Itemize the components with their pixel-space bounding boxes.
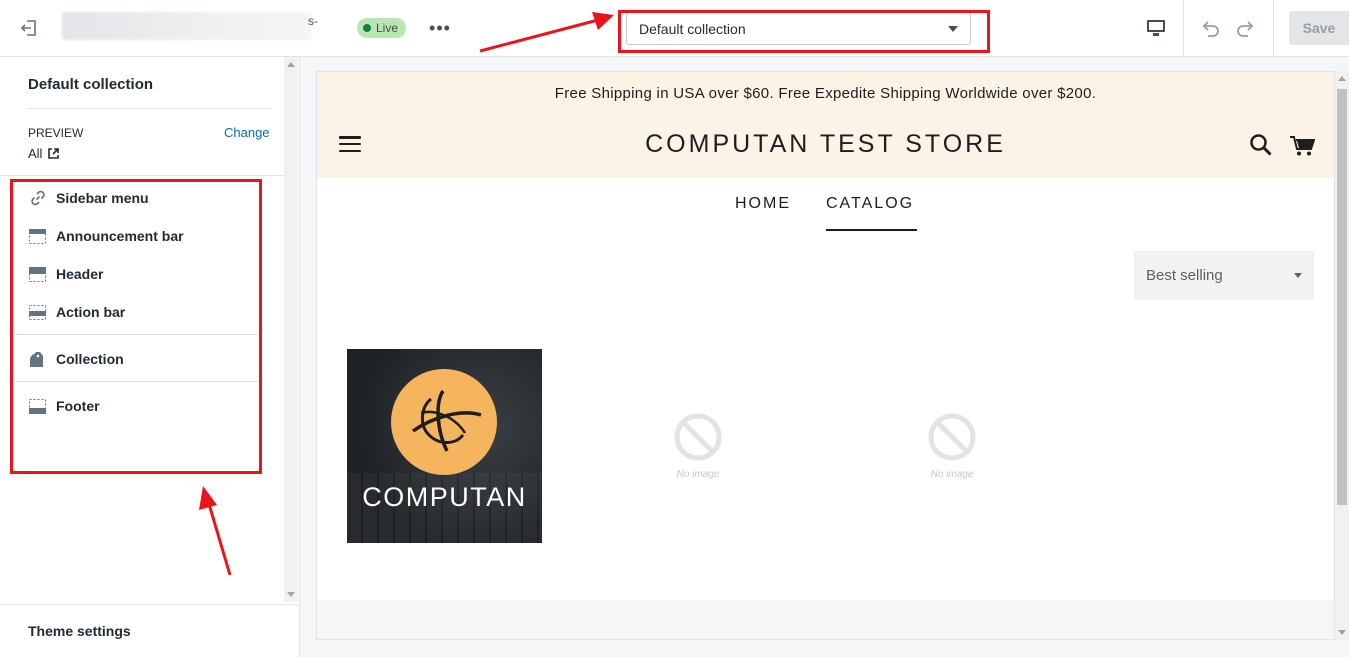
computan-logo-icon — [391, 369, 497, 475]
cart-icon[interactable] — [1289, 135, 1315, 157]
desktop-preview-button[interactable] — [1140, 14, 1172, 42]
scrollbar-thumb[interactable] — [1337, 89, 1347, 505]
divider — [28, 108, 272, 109]
live-label: Live — [376, 21, 399, 35]
theme-name-fragment: s- — [308, 14, 318, 28]
nav-catalog[interactable]: CATALOG — [826, 195, 914, 213]
nav-home[interactable]: HOME — [735, 195, 791, 213]
redo-icon — [1237, 21, 1254, 37]
no-image-icon — [674, 413, 722, 461]
active-nav-underline — [826, 229, 917, 231]
sidebar-title: Default collection — [28, 76, 154, 93]
preview-value-label: All — [28, 146, 43, 161]
live-status-badge: Live — [357, 18, 407, 38]
preview-header-area: Free Shipping in USA over $60. Free Expe… — [317, 72, 1334, 178]
main-navigation: HOME CATALOG — [317, 192, 1334, 232]
live-dot-icon — [363, 24, 371, 32]
topbar-divider — [1183, 0, 1184, 56]
exit-button[interactable] — [0, 0, 57, 56]
preview-value[interactable]: All — [28, 146, 60, 161]
save-button[interactable]: Save — [1289, 11, 1349, 45]
search-icon[interactable] — [1249, 133, 1273, 157]
scroll-down-icon — [287, 592, 295, 597]
storefront-preview: Free Shipping in USA over $60. Free Expe… — [316, 71, 1335, 640]
undo-icon — [1202, 21, 1219, 37]
product-placeholder[interactable]: No image — [668, 412, 728, 480]
scroll-up-icon — [287, 62, 295, 67]
scroll-down-icon — [1338, 630, 1346, 635]
topbar-divider — [1273, 0, 1274, 56]
no-image-label: No image — [676, 469, 720, 480]
theme-settings-link[interactable]: Theme settings — [28, 623, 131, 639]
preview-footer-area — [317, 600, 1334, 639]
more-actions-button[interactable]: ••• — [428, 16, 452, 40]
no-image-icon — [928, 413, 976, 461]
sidebar-scrollbar[interactable] — [284, 57, 298, 602]
product-logo-text: COMPUTAN — [362, 482, 527, 512]
highlight-box-template-select — [618, 10, 990, 53]
sort-select-value: Best selling — [1146, 267, 1223, 284]
sort-select[interactable]: Best selling — [1134, 251, 1314, 300]
theme-name-blurred — [62, 12, 312, 40]
desktop-icon — [1147, 20, 1165, 36]
announcement-text: Free Shipping in USA over $60. Free Expe… — [554, 85, 1097, 102]
product-image[interactable]: COMPUTAN — [347, 349, 542, 543]
no-image-label: No image — [930, 469, 974, 480]
divider — [0, 175, 285, 176]
scroll-up-icon — [1338, 76, 1346, 81]
highlight-box-sections — [10, 179, 262, 474]
preview-label: PREVIEW — [28, 126, 84, 140]
product-placeholder[interactable]: No image — [922, 412, 982, 480]
store-title[interactable]: COMPUTAN TEST STORE — [317, 130, 1334, 159]
arrow-icon — [479, 12, 614, 53]
arrow-icon — [199, 486, 232, 576]
change-preview-link[interactable]: Change — [224, 125, 270, 140]
redo-button[interactable] — [1231, 14, 1261, 42]
divider — [0, 604, 300, 605]
exit-icon — [20, 20, 36, 36]
caret-down-icon — [1294, 273, 1302, 278]
undo-button[interactable] — [1195, 14, 1225, 42]
external-link-icon — [48, 148, 60, 159]
preview-scrollbar[interactable] — [1335, 71, 1349, 640]
